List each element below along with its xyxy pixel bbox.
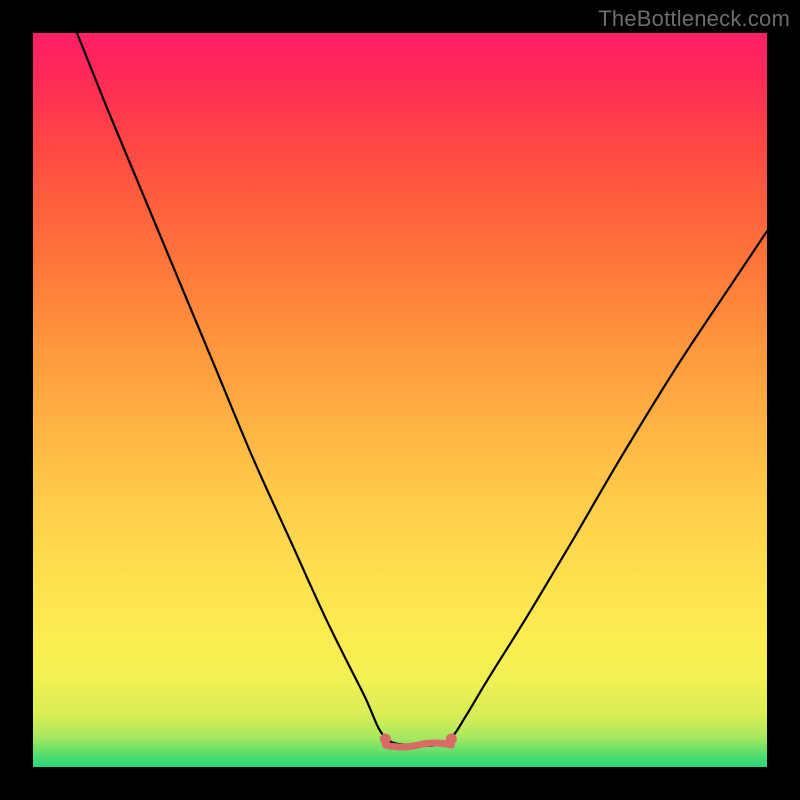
plot-area <box>33 33 767 767</box>
chart-frame: TheBottleneck.com <box>0 0 800 800</box>
watermark-text: TheBottleneck.com <box>598 6 790 32</box>
bottleneck-curve <box>33 33 767 767</box>
trough-marker <box>380 733 457 747</box>
curve-line <box>77 33 767 746</box>
